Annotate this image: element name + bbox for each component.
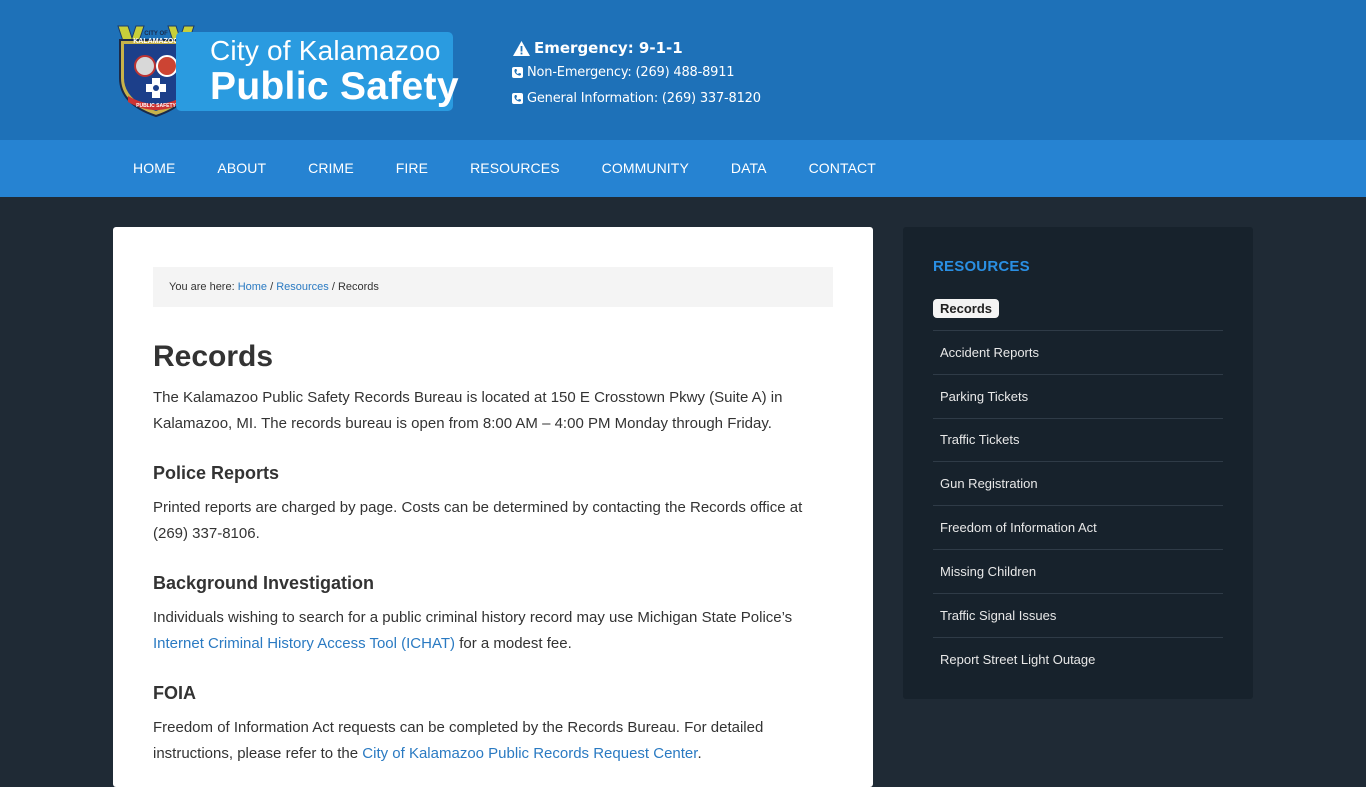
breadcrumb-separator: /: [328, 281, 338, 293]
nav-data[interactable]: DATA: [710, 140, 788, 197]
sidebar-item-records: Records: [933, 287, 1223, 331]
site-header: CITY OF KALAMAZOO PUBLIC SAFETY City of …: [0, 0, 1366, 140]
logo-line-city: City of Kalamazoo: [210, 35, 441, 66]
police-reports-paragraph: Printed reports are charged by page. Cos…: [153, 499, 803, 542]
sidebar-item-accident-reports: Accident Reports: [933, 331, 1223, 375]
breadcrumb-resources-link[interactable]: Resources: [276, 281, 329, 293]
non-emergency-line[interactable]: Non-Emergency: (269) 488-8911: [512, 59, 761, 85]
page-title: Records: [153, 340, 274, 373]
emergency-text: Emergency: 9-1-1: [534, 39, 683, 57]
sidebar-link-parking-tickets[interactable]: Parking Tickets: [940, 389, 1028, 404]
public-records-request-center-link[interactable]: City of Kalamazoo Public Records Request…: [362, 745, 697, 762]
svg-text:CITY OF: CITY OF: [144, 31, 168, 37]
sidebar-title: RESOURCES: [933, 258, 1030, 275]
sidebar-item-missing-children: Missing Children: [933, 550, 1223, 594]
paragraph-text: .: [697, 745, 702, 762]
foia-paragraph: Freedom of Information Act requests can …: [153, 715, 833, 767]
sidebar-link-gun-registration[interactable]: Gun Registration: [940, 476, 1038, 491]
phone-icon: [512, 66, 523, 78]
sidebar-link-missing-children[interactable]: Missing Children: [940, 564, 1036, 579]
non-emergency-text: Non-Emergency: (269) 488-8911: [527, 64, 735, 80]
breadcrumb: You are here: Home / Resources / Records: [153, 267, 833, 307]
sidebar-item-street-light-outage: Report Street Light Outage: [933, 638, 1223, 682]
sidebar-item-traffic-signal-issues: Traffic Signal Issues: [933, 594, 1223, 638]
sidebar-link-street-light-outage[interactable]: Report Street Light Outage: [940, 652, 1095, 667]
section-heading-police-reports: Police Reports: [153, 463, 280, 483]
section-heading-background-investigation: Background Investigation: [153, 573, 375, 593]
nav-crime[interactable]: CRIME: [287, 140, 375, 197]
logo-wordmark: City of Kalamazoo Public Safety: [176, 32, 459, 111]
main-nav: HOME ABOUT CRIME FIRE RESOURCES COMMUNIT…: [0, 140, 1366, 197]
nav-fire[interactable]: FIRE: [375, 140, 449, 197]
paragraph-text: for a modest fee.: [455, 635, 572, 652]
breadcrumb-separator: /: [267, 281, 277, 293]
svg-text:KALAMAZOO: KALAMAZOO: [133, 38, 179, 45]
background-investigation-paragraph: Individuals wishing to search for a publ…: [153, 605, 833, 657]
sidebar: RESOURCES Records Accident Reports Parki…: [903, 227, 1253, 699]
section-heading-foia: FOIA: [153, 683, 196, 703]
breadcrumb-current: Records: [337, 281, 379, 293]
svg-text:PUBLIC SAFETY: PUBLIC SAFETY: [136, 103, 176, 109]
general-info-text: General Information: (269) 337-8120: [527, 90, 761, 106]
contact-info: Emergency: 9-1-1 Non-Emergency: (269) 48…: [512, 37, 761, 111]
nav-home[interactable]: HOME: [112, 140, 196, 197]
nav-about[interactable]: ABOUT: [196, 140, 287, 197]
emergency-line: Emergency: 9-1-1: [512, 37, 761, 59]
sidebar-link-traffic-signal-issues[interactable]: Traffic Signal Issues: [940, 608, 1056, 623]
general-info-line[interactable]: General Information: (269) 337-8120: [512, 85, 761, 111]
sidebar-item-parking-tickets: Parking Tickets: [933, 375, 1223, 419]
ichat-link[interactable]: Internet Criminal History Access Tool (I…: [153, 635, 455, 652]
sidebar-item-traffic-tickets: Traffic Tickets: [933, 419, 1223, 463]
logo-line-public-safety: Public Safety: [210, 65, 459, 108]
breadcrumb-home-link[interactable]: Home: [238, 281, 267, 293]
sidebar-link-traffic-tickets[interactable]: Traffic Tickets: [940, 432, 1019, 447]
intro-paragraph: The Kalamazoo Public Safety Records Bure…: [153, 389, 783, 432]
paragraph-text: Individuals wishing to search for a publ…: [153, 609, 793, 626]
site-logo[interactable]: CITY OF KALAMAZOO PUBLIC SAFETY City of …: [114, 22, 459, 118]
nav-community[interactable]: COMMUNITY: [581, 140, 710, 197]
breadcrumb-prefix: You are here:: [169, 281, 238, 293]
nav-contact[interactable]: CONTACT: [788, 140, 897, 197]
warning-icon: [513, 40, 530, 56]
nav-resources[interactable]: RESOURCES: [449, 140, 581, 197]
sidebar-link-accident-reports[interactable]: Accident Reports: [940, 345, 1039, 360]
phone-icon: [512, 92, 523, 104]
sidebar-link-foia[interactable]: Freedom of Information Act: [940, 520, 1097, 535]
sidebar-link-records[interactable]: Records: [933, 299, 1000, 318]
main-content: You are here: Home / Resources / Records…: [113, 227, 873, 787]
sidebar-item-foia: Freedom of Information Act: [933, 506, 1223, 550]
sidebar-menu: Records Accident Reports Parking Tickets…: [933, 287, 1223, 681]
sidebar-item-gun-registration: Gun Registration: [933, 462, 1223, 507]
